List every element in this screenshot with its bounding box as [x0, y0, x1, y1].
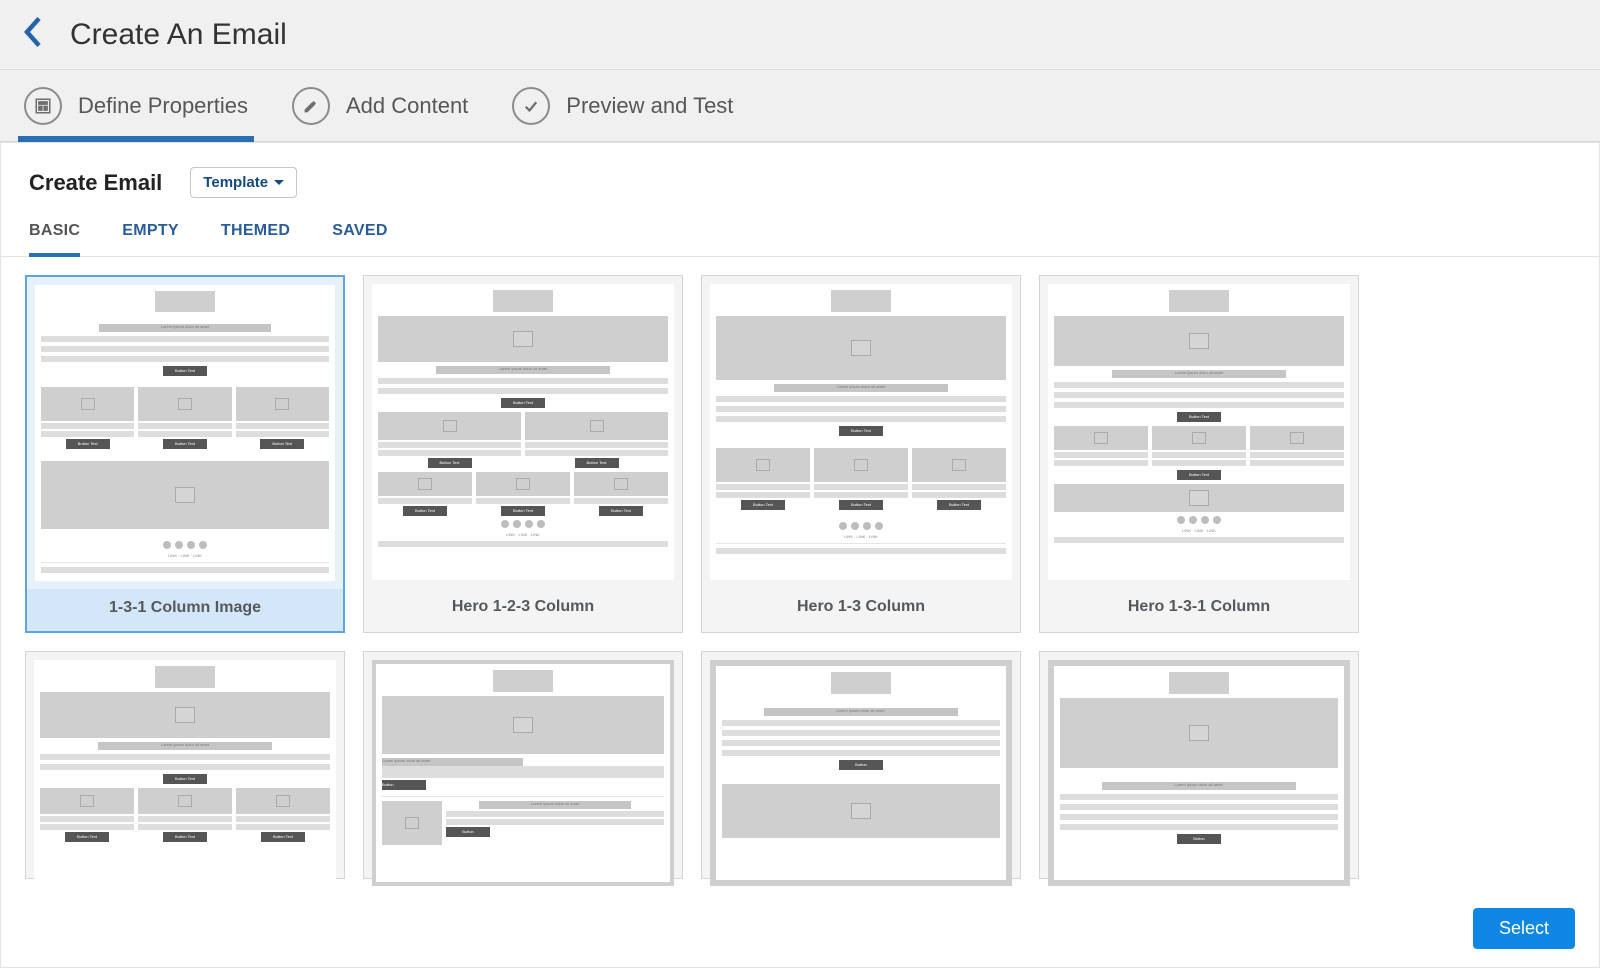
template-thumbnail: Lorem ipsum dolor sit amet Button Lorem … [372, 660, 674, 886]
step-add-content[interactable]: Add Content [292, 70, 468, 141]
template-grid-wrap: Lorem ipsum dolor sit amet Button Text B… [1, 257, 1599, 968]
template-icon [24, 87, 62, 125]
template-card[interactable]: Lorem ipsum dolor sit amet Button Text B… [363, 275, 683, 633]
panel-title: Create Email [29, 170, 162, 196]
step-define-properties[interactable]: Define Properties [24, 70, 248, 141]
step-label: Define Properties [78, 93, 248, 119]
template-card[interactable]: Lorem ipsum dolor sit amet Button Text B… [1039, 275, 1359, 633]
caret-down-icon [274, 180, 284, 185]
dropdown-label: Template [203, 174, 268, 191]
template-grid-row-2: Lorem ipsum dolor sit amet Button Text B… [25, 651, 1575, 879]
template-thumbnail: Lorem ipsum dolor sit amet Button Text B… [35, 285, 335, 581]
create-email-panel: Create Email Template BASIC EMPTY THEMED… [0, 142, 1600, 968]
step-preview-test[interactable]: Preview and Test [512, 70, 733, 141]
template-tabs: BASIC EMPTY THEMED SAVED [1, 208, 1599, 257]
template-type-dropdown[interactable]: Template [190, 167, 297, 198]
select-button[interactable]: Select [1473, 908, 1575, 949]
chevron-left-icon [24, 34, 42, 51]
step-label: Add Content [346, 93, 468, 119]
back-button[interactable] [14, 11, 52, 58]
template-card-label: Hero 1-3 Column [702, 588, 1020, 630]
page-title: Create An Email [70, 18, 287, 52]
template-thumbnail: Lorem ipsum dolor sit amet Button Text B… [710, 284, 1012, 580]
app-header: Create An Email [0, 0, 1600, 70]
template-card[interactable]: Lorem ipsum dolor sit amet Button Text B… [25, 651, 345, 879]
template-card[interactable]: Lorem ipsum dolor sit amet. Button [1039, 651, 1359, 879]
template-card[interactable]: Lorem ipsum dolor sit amet Button Text B… [701, 275, 1021, 633]
steps-bar: Define Properties Add Content Preview an… [0, 70, 1600, 142]
template-thumbnail: Lorem ipsum dolor sit amet Button Text B… [34, 660, 336, 886]
template-thumbnail: Lorem ipsum dolor sit amet. Button [710, 660, 1012, 886]
check-icon [512, 87, 550, 125]
pencil-icon [292, 87, 330, 125]
tab-basic[interactable]: BASIC [29, 222, 80, 256]
template-card-label: Hero 1-3-1 Column [1040, 588, 1358, 630]
tab-themed[interactable]: THEMED [221, 222, 290, 256]
template-card[interactable]: Lorem ipsum dolor sit amet. Button [701, 651, 1021, 879]
step-label: Preview and Test [566, 93, 733, 119]
panel-header: Create Email Template [1, 143, 1599, 208]
template-card[interactable]: Lorem ipsum dolor sit amet Button Lorem … [363, 651, 683, 879]
tab-empty[interactable]: EMPTY [122, 222, 179, 256]
tab-saved[interactable]: SAVED [332, 222, 387, 256]
template-card-label: Hero 1-2-3 Column [364, 588, 682, 630]
template-card-label: 1-3-1 Column Image [27, 589, 343, 631]
template-thumbnail: Lorem ipsum dolor sit amet Button Text B… [372, 284, 674, 580]
template-card[interactable]: Lorem ipsum dolor sit amet Button Text B… [25, 275, 345, 633]
template-thumbnail: Lorem ipsum dolor sit amet Button Text B… [1048, 284, 1350, 580]
template-grid-row-1: Lorem ipsum dolor sit amet Button Text B… [25, 275, 1575, 633]
template-thumbnail: Lorem ipsum dolor sit amet. Button [1048, 660, 1350, 886]
